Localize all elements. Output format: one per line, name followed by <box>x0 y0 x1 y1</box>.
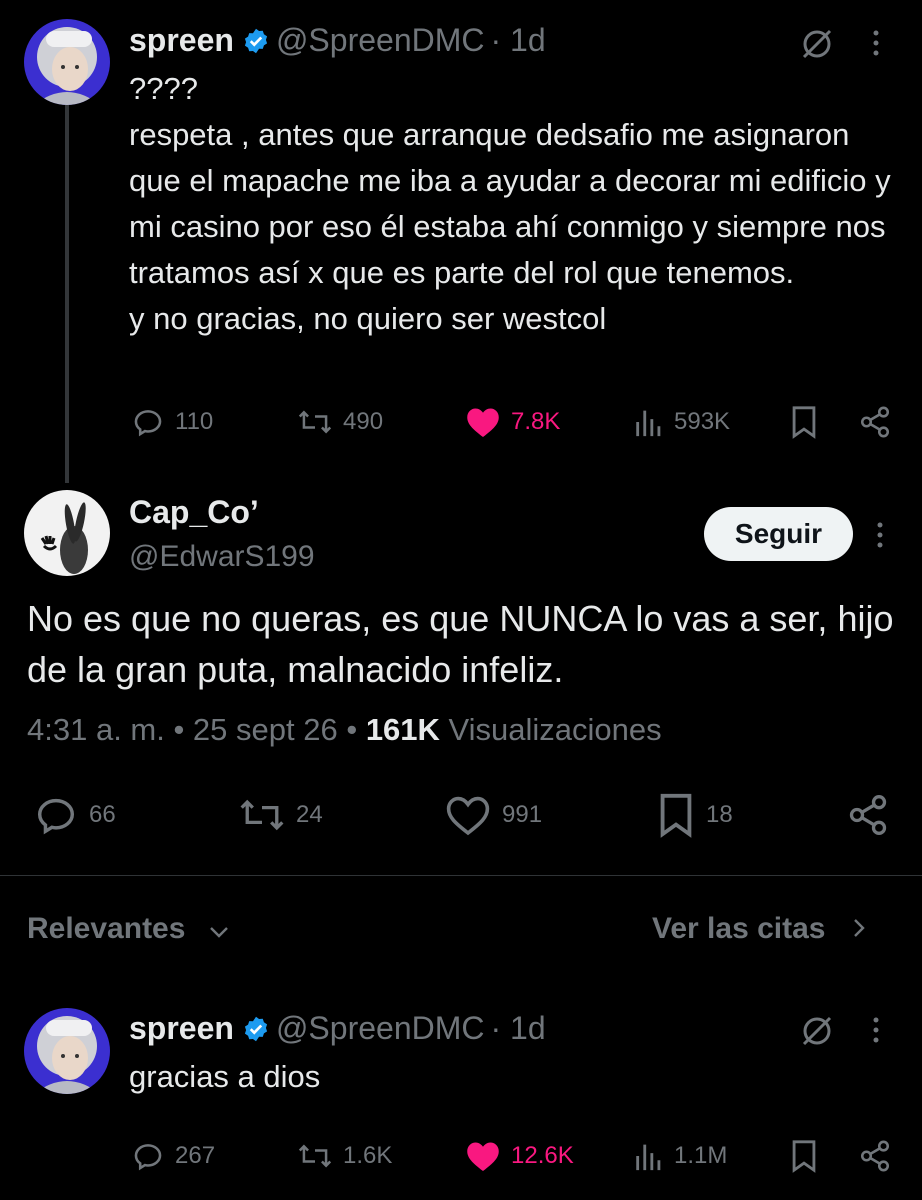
avatar[interactable] <box>24 1008 110 1094</box>
view-quotes-link[interactable]: Ver las citas <box>652 912 866 947</box>
repost-icon <box>298 410 332 434</box>
author-name[interactable]: spreen <box>129 1010 234 1046</box>
like-button[interactable]: 991 <box>444 792 542 838</box>
share-icon <box>849 795 887 835</box>
like-count: 12.6K <box>511 1142 574 1169</box>
heart-icon <box>446 796 490 836</box>
repost-button[interactable]: 490 <box>297 405 383 439</box>
views-count: 593K <box>674 408 731 435</box>
timestamp[interactable]: · 1d <box>490 1010 545 1046</box>
like-button[interactable]: 7.8K <box>465 405 560 439</box>
sort-dropdown[interactable]: Relevantes <box>27 912 230 947</box>
sort-label: Relevantes <box>27 912 186 945</box>
share-icon <box>860 1140 890 1172</box>
view-quotes-label: Ver las citas <box>652 912 826 945</box>
bookmark-button[interactable] <box>789 405 819 439</box>
timestamp[interactable]: 4:31 a. m. • 25 sept 26 • <box>27 712 357 747</box>
like-button[interactable]: 12.6K <box>465 1139 574 1173</box>
bookmark-button[interactable] <box>789 1139 819 1173</box>
bookmark-icon <box>792 1140 816 1173</box>
share-button[interactable] <box>858 405 892 439</box>
tweet-text: gracias a dios <box>129 1059 321 1094</box>
repost-count: 490 <box>343 408 384 435</box>
tweet-text: No es que no queras, es que NUNCA lo vas… <box>27 598 894 690</box>
bookmark-icon <box>792 406 816 439</box>
grok-icon[interactable] <box>800 27 834 66</box>
repost-button[interactable]: 24 <box>238 792 323 838</box>
more-options-icon[interactable] <box>874 520 886 555</box>
reply-count: 66 <box>89 801 116 828</box>
repost-button[interactable]: 1.6K <box>297 1139 392 1173</box>
reply-icon <box>134 410 162 437</box>
reply-button[interactable]: 66 <box>33 792 116 838</box>
chevron-down-icon <box>208 913 230 947</box>
views-icon <box>636 1144 661 1171</box>
reply-icon <box>134 1144 162 1171</box>
chevron-right-icon <box>852 913 866 947</box>
views-label: Visualizaciones <box>448 712 662 747</box>
author-handle[interactable]: @EdwarS199 <box>129 540 315 574</box>
verified-icon <box>242 27 270 60</box>
repost-icon <box>240 799 284 831</box>
more-options-icon[interactable] <box>870 1015 882 1050</box>
timestamp[interactable]: · 1d <box>490 22 545 58</box>
bookmark-icon <box>660 793 692 838</box>
repost-count: 1.6K <box>343 1142 393 1169</box>
like-count: 991 <box>502 801 543 828</box>
heart-filled-icon <box>467 1142 499 1171</box>
reply-icon <box>37 798 75 835</box>
divider <box>0 875 922 876</box>
author-handle[interactable]: @SpreenDMC <box>276 1010 485 1046</box>
bookmark-button[interactable]: 18 <box>656 792 733 838</box>
avatar[interactable] <box>24 490 110 576</box>
views-button[interactable]: 593K <box>634 405 730 439</box>
repost-count: 24 <box>296 801 323 828</box>
tweet-text: ???? respeta , antes que arranque dedsaf… <box>129 71 891 336</box>
views-count: 161K <box>365 712 440 747</box>
views-button[interactable]: 1.1M <box>634 1139 727 1173</box>
follow-button[interactable]: Seguir <box>704 507 853 561</box>
reply-count: 267 <box>175 1142 216 1169</box>
more-options-icon[interactable] <box>870 28 882 63</box>
author-handle[interactable]: @SpreenDMC <box>276 22 485 58</box>
avatar[interactable] <box>24 19 110 105</box>
share-icon <box>860 406 890 438</box>
repost-icon <box>298 1144 332 1168</box>
share-button[interactable] <box>846 792 890 838</box>
author-name[interactable]: spreen <box>129 22 234 58</box>
verified-icon <box>242 1015 270 1048</box>
views-icon <box>636 410 661 437</box>
heart-filled-icon <box>467 408 499 437</box>
bookmark-count: 18 <box>706 801 733 828</box>
like-count: 7.8K <box>511 408 561 435</box>
views-count: 1.1M <box>674 1142 728 1169</box>
thread-line <box>65 105 69 483</box>
reply-button[interactable]: 267 <box>131 1139 215 1173</box>
reply-button[interactable]: 110 <box>131 405 213 439</box>
grok-icon[interactable] <box>800 1014 834 1053</box>
share-button[interactable] <box>858 1139 892 1173</box>
reply-count: 110 <box>175 408 214 435</box>
author-name[interactable]: Cap_Co’ <box>129 494 259 531</box>
